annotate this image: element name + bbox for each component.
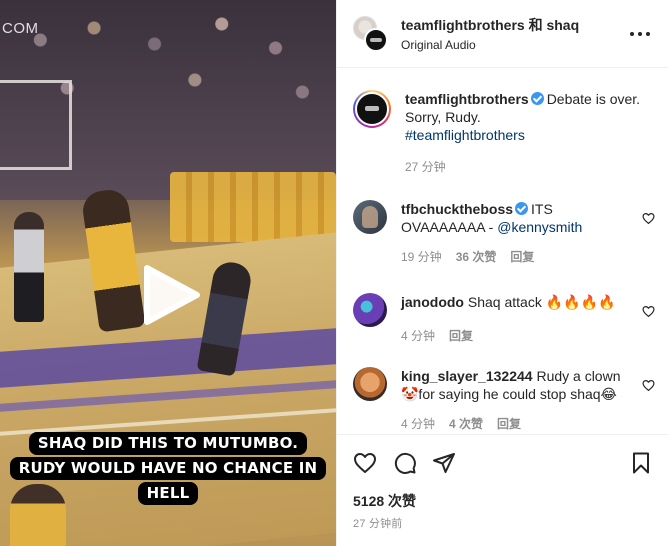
reply-button[interactable]: 回复 xyxy=(449,327,473,344)
comment-item: tfbchucktheboss ITS OVAAAAAAA - @kennysmi… xyxy=(353,200,655,265)
comment-text: Shaq attack 🔥🔥🔥🔥 xyxy=(467,294,616,310)
post-actions: 5128 次赞 27 分钟前 xyxy=(337,434,668,546)
comment-username[interactable]: janododo xyxy=(401,294,464,310)
post-time[interactable]: 27 分钟前 xyxy=(353,515,403,531)
share-send-icon[interactable] xyxy=(432,451,456,475)
avatar-janododo[interactable] xyxy=(353,293,387,327)
comment-time[interactable]: 4 分钟 xyxy=(401,327,435,344)
caption-line-3: HELL xyxy=(137,482,199,505)
comment-time[interactable]: 19 分钟 xyxy=(401,248,442,265)
comment-like-heart-icon[interactable] xyxy=(642,212,655,225)
like-count[interactable]: 5128 次赞 xyxy=(353,491,416,511)
avatar-tfbchucktheboss[interactable] xyxy=(353,200,387,234)
comment-time[interactable]: 4 分钟 xyxy=(401,415,435,432)
avatar-teamflightbrothers[interactable] xyxy=(364,27,388,52)
comment-username[interactable]: tfbchucktheboss xyxy=(401,201,513,217)
more-horizontal-icon xyxy=(630,31,650,36)
reply-button[interactable]: 回复 xyxy=(497,415,521,432)
comment-item: janododo Shaq attack 🔥🔥🔥🔥 4 分钟 回复 xyxy=(353,293,655,344)
avatar-king-slayer[interactable] xyxy=(353,367,387,401)
comment-mention[interactable]: @kennysmith xyxy=(497,219,582,235)
play-icon[interactable] xyxy=(141,262,203,328)
comment-likes[interactable]: 36 次赞 xyxy=(456,248,497,265)
video-player[interactable]: COM SHAQ DID THIS TO MUTUMBO. RUDY WOULD… xyxy=(0,0,336,546)
reply-button[interactable]: 回复 xyxy=(510,248,534,265)
comment-like-heart-icon[interactable] xyxy=(642,379,655,392)
verified-badge-icon xyxy=(530,92,544,105)
caption-hashtag[interactable]: #teamflightbrothers xyxy=(405,127,525,143)
post-caption: teamflightbrothers Debate is over. Sorry,… xyxy=(353,90,653,175)
backboard xyxy=(0,80,72,170)
caption-time[interactable]: 27 分钟 xyxy=(405,158,446,175)
comment-like-heart-icon[interactable] xyxy=(642,305,655,318)
video-caption: SHAQ DID THIS TO MUTUMBO. RUDY WOULD HAV… xyxy=(0,432,336,505)
video-watermark: COM xyxy=(2,20,39,37)
post-header: teamflightbrothers 和 shaq Original Audio xyxy=(337,0,668,68)
comment-username[interactable]: king_slayer_132244 xyxy=(401,368,533,384)
avatar-teamflightbrothers-story[interactable] xyxy=(353,90,391,128)
caption-line-1: SHAQ DID THIS TO MUTUMBO. xyxy=(28,432,308,455)
comments-list[interactable]: teamflightbrothers Debate is over. Sorry,… xyxy=(337,69,668,433)
bench-players xyxy=(170,172,336,242)
referee xyxy=(14,212,44,322)
comment-icon[interactable] xyxy=(393,451,417,475)
save-bookmark-icon[interactable] xyxy=(629,451,653,475)
verified-badge-icon xyxy=(515,202,529,215)
like-heart-icon[interactable] xyxy=(353,451,377,475)
comment-likes[interactable]: 4 次赞 xyxy=(449,415,483,432)
post-authors[interactable]: teamflightbrothers 和 shaq xyxy=(401,15,626,35)
more-options-button[interactable] xyxy=(626,22,654,46)
collab-avatars[interactable] xyxy=(353,15,389,52)
comment-item: king_slayer_132244 Rudy a clown 🤡for say… xyxy=(353,367,655,432)
audio-label[interactable]: Original Audio xyxy=(401,38,626,52)
caption-username[interactable]: teamflightbrothers xyxy=(405,91,529,107)
caption-line-2: RUDY WOULD HAVE NO CHANCE IN xyxy=(9,457,327,480)
post-panel: teamflightbrothers 和 shaq Original Audio… xyxy=(336,0,668,546)
